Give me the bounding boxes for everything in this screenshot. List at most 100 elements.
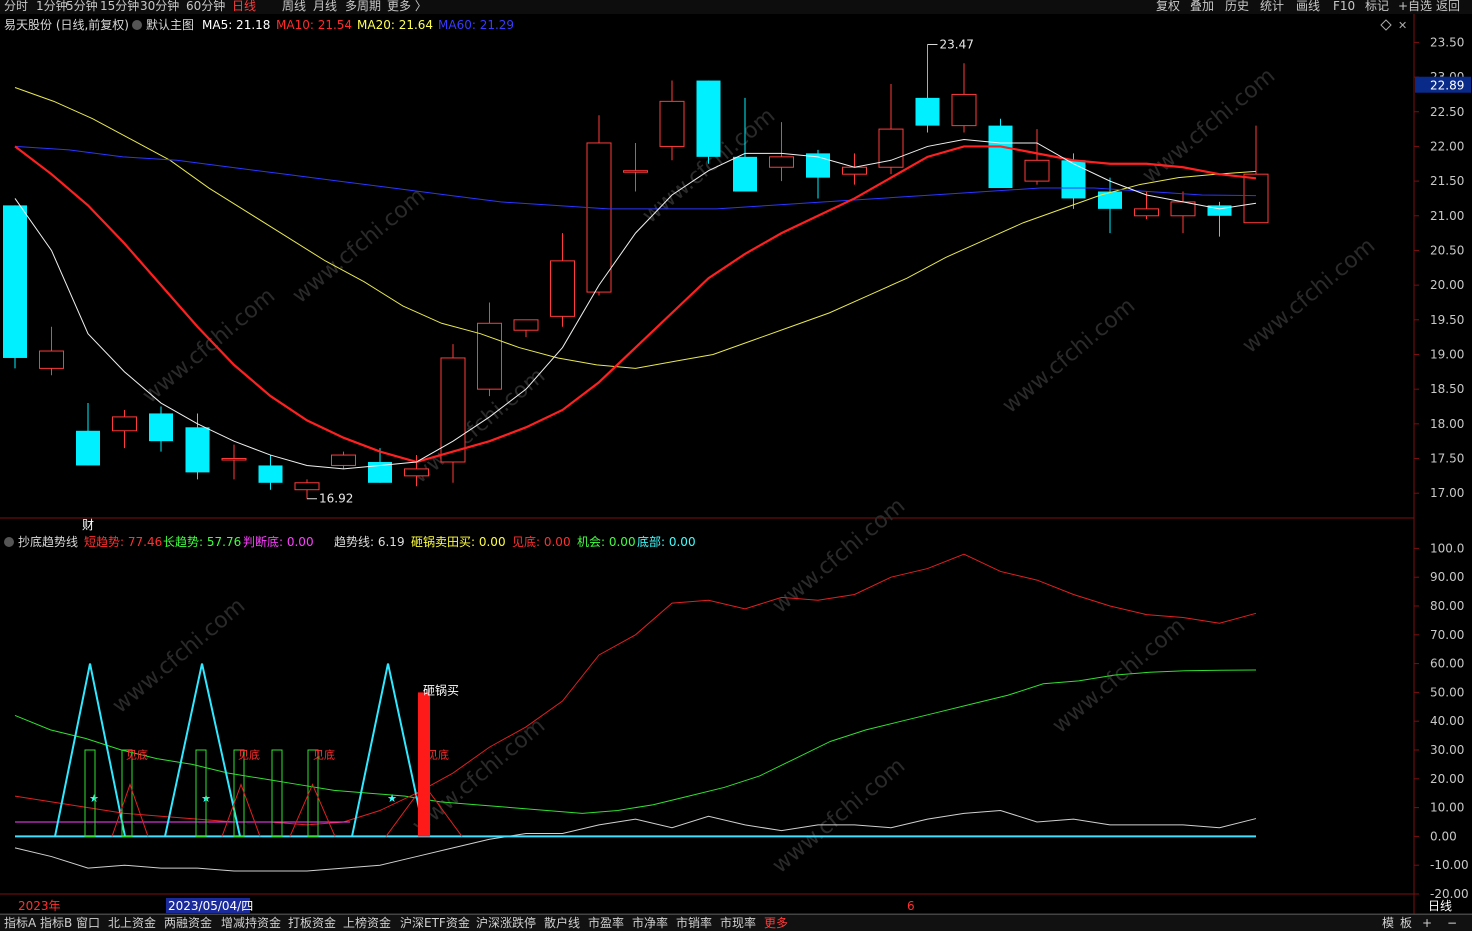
- toolbar-button[interactable]: 叠加: [1190, 0, 1214, 13]
- bottom-signal: [289, 783, 336, 837]
- low-price-label: 16.92: [319, 492, 353, 506]
- bottom-right-button[interactable]: 板: [1400, 915, 1412, 931]
- bottom-annotation: 见底: [313, 748, 335, 762]
- toolbar-button[interactable]: F10: [1333, 0, 1355, 13]
- candle-body: [1061, 160, 1086, 199]
- sub-tick-label: 50.00: [1430, 685, 1464, 699]
- watermark: www.cfchi.com: [768, 753, 910, 878]
- bottom-tab[interactable]: 窗口: [76, 915, 100, 931]
- sub-indicator-name: 抄底趋势线: [18, 534, 78, 549]
- candle-body: [331, 454, 356, 466]
- bottom-tab[interactable]: 增减持资金: [221, 915, 281, 931]
- toolbar-button[interactable]: 返回: [1436, 0, 1460, 13]
- candle-body: [842, 166, 867, 175]
- bottom-tab[interactable]: 更多: [764, 915, 788, 931]
- price-tick-label: 22.00: [1430, 139, 1464, 153]
- short-trend-line: [14, 553, 1257, 826]
- period-tab[interactable]: 1分钟: [36, 0, 68, 13]
- candle-body: [988, 125, 1013, 189]
- price-tick-label: 22.50: [1430, 105, 1464, 119]
- candle-body: [623, 170, 648, 173]
- price-tick-label: 21.00: [1430, 209, 1464, 223]
- period-tab[interactable]: 5分钟: [66, 0, 98, 13]
- current-price-label: 22.89: [1430, 79, 1464, 93]
- sub-tick-label: 70.00: [1430, 628, 1464, 642]
- period-tab[interactable]: 月线: [313, 0, 337, 13]
- ma-legend-ma10: MA10: 21.54: [276, 18, 352, 32]
- toolbar-button[interactable]: 历史: [1225, 0, 1249, 13]
- candle-body: [149, 413, 173, 442]
- finance-marker: 财: [82, 518, 94, 532]
- toolbar-button[interactable]: 画线: [1296, 0, 1320, 13]
- candle-body: [477, 322, 502, 390]
- candle-body: [659, 100, 685, 147]
- ma-legend-ma60: MA60: 21.29: [438, 18, 514, 32]
- bottom-tab[interactable]: 散户线: [544, 915, 580, 931]
- bottom-tab[interactable]: 沪深涨跌停: [476, 915, 536, 931]
- bottom-right-button[interactable]: 模: [1382, 915, 1394, 931]
- sub-tick-label: 40.00: [1430, 714, 1464, 728]
- ma-legend-ma20: MA20: 21.64: [357, 18, 433, 32]
- candle-body: [696, 80, 721, 157]
- period-tab[interactable]: 60分钟: [186, 0, 225, 13]
- toolbar-button[interactable]: +自选: [1398, 0, 1432, 13]
- candle-body: [258, 465, 283, 483]
- chart-canvas[interactable]: www.cfchi.comwww.cfchi.comwww.cfchi.comw…: [0, 14, 1472, 914]
- bottom-tab[interactable]: 沪深ETF资金: [400, 915, 470, 931]
- bottom-tab[interactable]: 指标B: [40, 915, 72, 931]
- sub-tick-label: 60.00: [1430, 657, 1464, 671]
- month-label: 6: [907, 899, 915, 913]
- opportunity-bar: [271, 749, 283, 837]
- candle-body: [915, 97, 940, 126]
- watermark: www.cfchi.com: [1138, 63, 1280, 188]
- candle-body: [550, 260, 575, 317]
- candle-body: [733, 156, 757, 192]
- sub-legend-item: 机会: 0.00: [577, 535, 636, 549]
- candle-body: [221, 458, 247, 461]
- bottom-annotation: 见底: [238, 748, 260, 762]
- sub-tick-label: 20.00: [1430, 772, 1464, 786]
- sub-legend-item: 见底: 0.00: [512, 534, 571, 549]
- price-tick-label: 20.50: [1430, 243, 1464, 257]
- period-tab[interactable]: 日线: [232, 0, 256, 13]
- candle-body: [951, 93, 977, 127]
- toolbar-button[interactable]: 统计: [1260, 0, 1284, 13]
- period-tab[interactable]: 15分钟: [100, 0, 139, 13]
- period-tab[interactable]: 更多 〉: [387, 0, 427, 13]
- bottom-tab[interactable]: 两融资金: [164, 915, 212, 931]
- sub-tick-label: 100.0: [1430, 541, 1464, 555]
- diamond-icon[interactable]: [1380, 19, 1392, 31]
- watermark: www.cfchi.com: [108, 593, 250, 718]
- sub-tick-label: -10.00: [1430, 858, 1469, 872]
- bottom-right-button[interactable]: +: [1422, 915, 1432, 931]
- bottom-tab[interactable]: 北上资金: [108, 915, 156, 931]
- opportunity-star: ★: [89, 792, 99, 805]
- bottom-tab[interactable]: 市盈率: [588, 915, 624, 931]
- bottom-tab[interactable]: 上榜资金: [343, 915, 391, 931]
- price-tick-label: 19.00: [1430, 347, 1464, 361]
- toolbar-button[interactable]: 标记: [1365, 0, 1389, 13]
- bottom-tab[interactable]: 指标A: [4, 915, 36, 931]
- bottom-signal: [221, 783, 261, 837]
- period-tab[interactable]: 分时: [4, 0, 28, 13]
- candle-body: [185, 427, 210, 473]
- toolbar-button[interactable]: 复权: [1156, 0, 1180, 13]
- bottom-spike: [351, 663, 426, 837]
- bottom-tab[interactable]: 市现率: [720, 915, 756, 931]
- sub-tick-label: 10.00: [1430, 801, 1464, 815]
- period-tab[interactable]: 30分钟: [140, 0, 179, 13]
- sub-legend-item: 底部: 0.00: [637, 534, 696, 549]
- sub-indicator-menu-icon[interactable]: [4, 537, 14, 547]
- bottom-tab[interactable]: 市净率: [632, 915, 668, 931]
- bottom-right-button[interactable]: −: [1447, 915, 1457, 931]
- period-tab[interactable]: 周线: [282, 0, 306, 13]
- indicator-menu-icon[interactable]: [132, 20, 142, 30]
- bottom-tab[interactable]: 打板资金: [288, 915, 336, 931]
- opportunity-bar: [233, 749, 245, 837]
- buy-bar: [418, 692, 430, 837]
- sub-legend-item: 趋势线: 6.19: [334, 535, 405, 549]
- bottom-tab[interactable]: 市销率: [676, 915, 712, 931]
- top-toolbar: 分时 1分钟 5分钟 15分钟 30分钟 60分钟 日线 周线 月线 多周期 更多 〉 复权 叠加 历史统…: [0, 0, 1472, 14]
- candle-body: [3, 205, 27, 358]
- period-tab[interactable]: 多周期: [345, 0, 381, 13]
